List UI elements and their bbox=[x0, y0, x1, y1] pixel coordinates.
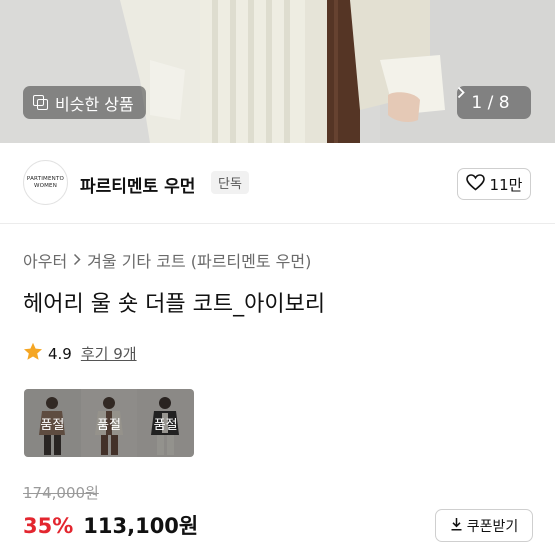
image-pager[interactable]: 1 / 8 bbox=[457, 86, 531, 119]
coupon-label: 쿠폰받기 bbox=[466, 518, 519, 535]
product-image[interactable]: 비슷한 상품 1 / 8 bbox=[0, 0, 555, 143]
price-row: 35% 113,100원 bbox=[23, 510, 198, 540]
like-count: 11만 bbox=[489, 175, 523, 194]
product-photo bbox=[0, 0, 555, 143]
sold-out-label: 품절 bbox=[137, 389, 194, 457]
similar-items-label: 비슷한 상품 bbox=[55, 94, 134, 114]
sold-out-label: 품절 bbox=[80, 389, 138, 457]
similar-items-button[interactable]: 비슷한 상품 bbox=[23, 86, 146, 119]
star-icon bbox=[23, 342, 43, 365]
brand-logo-line2: WOMEN bbox=[33, 182, 58, 189]
brand-row: PARTIMENTO WOMEN 파르티멘토 우먼 단독 11만 bbox=[0, 143, 555, 224]
brand-name[interactable]: 파르티멘토 우먼 bbox=[80, 172, 195, 197]
coupon-button[interactable]: 쿠폰받기 bbox=[435, 509, 533, 542]
rating-row: 4.9 후기 9개 bbox=[23, 342, 137, 365]
product-title: 헤어리 울 숏 더플 코트_아이보리 bbox=[23, 292, 326, 317]
sale-price: 113,100원 bbox=[83, 514, 199, 538]
rating-score: 4.9 bbox=[48, 344, 72, 363]
pager-text: 1 / 8 bbox=[471, 92, 510, 113]
option-thumbnail-2[interactable]: 품절 bbox=[80, 389, 138, 457]
breadcrumb: 아우터 겨울 기타 코트 (파르티멘토 우먼) bbox=[23, 248, 311, 272]
heart-icon bbox=[465, 173, 485, 195]
similar-items-icon bbox=[33, 94, 49, 111]
download-icon bbox=[450, 517, 463, 535]
chevron-right-icon bbox=[73, 251, 81, 270]
exclusive-badge: 단독 bbox=[211, 171, 249, 194]
brand-logo[interactable]: PARTIMENTO WOMEN bbox=[23, 160, 68, 205]
color-options: 품절 품절 품절 bbox=[24, 389, 194, 457]
breadcrumb-item-outer[interactable]: 아우터 bbox=[23, 248, 67, 272]
option-thumbnail-1[interactable]: 품절 bbox=[24, 389, 81, 457]
brand-logo-line1: PARTIMENTO bbox=[26, 175, 65, 182]
discount-rate: 35% bbox=[23, 514, 74, 538]
sold-out-label: 품절 bbox=[24, 389, 81, 457]
like-button[interactable]: 11만 bbox=[457, 168, 531, 200]
breadcrumb-item-category[interactable]: 겨울 기타 코트 (파르티멘토 우먼) bbox=[87, 248, 311, 272]
option-thumbnail-3[interactable]: 품절 bbox=[137, 389, 194, 457]
reviews-link[interactable]: 후기 9개 bbox=[81, 343, 137, 364]
original-price: 174,000원 bbox=[23, 484, 99, 502]
